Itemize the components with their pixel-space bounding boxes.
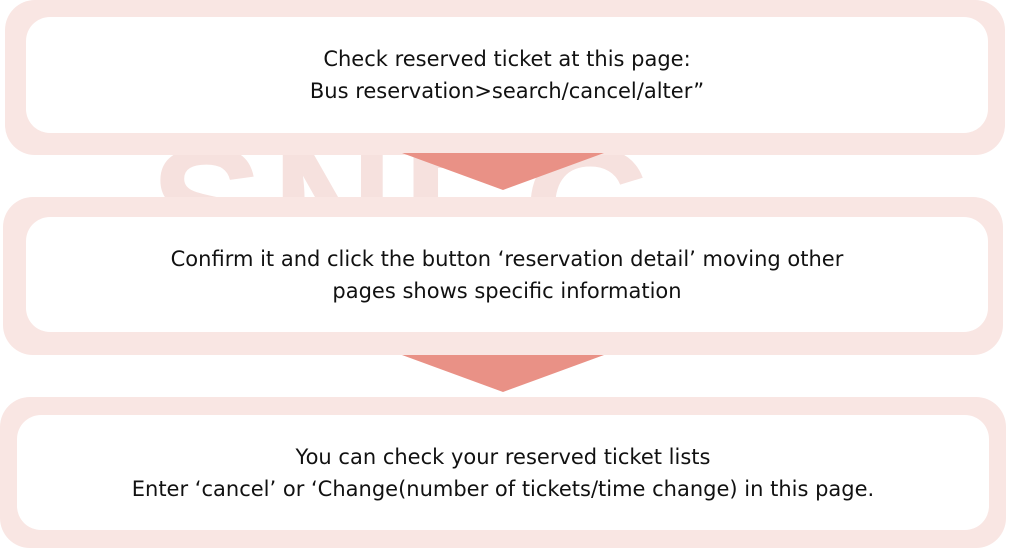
step-1-card: Check reserved ticket at this page: Bus …	[26, 17, 988, 133]
step-3-line-1: You can check your reserved ticket lists	[295, 444, 711, 469]
step-1-line-2: Bus reservation>search/cancel/alter”	[309, 79, 705, 103]
down-arrow-1	[402, 153, 604, 190]
step-3-line-2: Enter ‘cancel’ or ‘Change(number of tick…	[131, 476, 875, 501]
step-3-card: You can check your reserved ticket lists…	[17, 415, 989, 530]
step-2-line-1: Confirm it and click the button ‘reserva…	[170, 246, 844, 271]
down-arrow-2	[402, 355, 604, 392]
step-2-line-2: pages shows specific information	[332, 278, 682, 303]
step-1-line-1: Check reserved ticket at this page:	[323, 47, 691, 71]
step-2-card: Confirm it and click the button ‘reserva…	[26, 217, 988, 332]
